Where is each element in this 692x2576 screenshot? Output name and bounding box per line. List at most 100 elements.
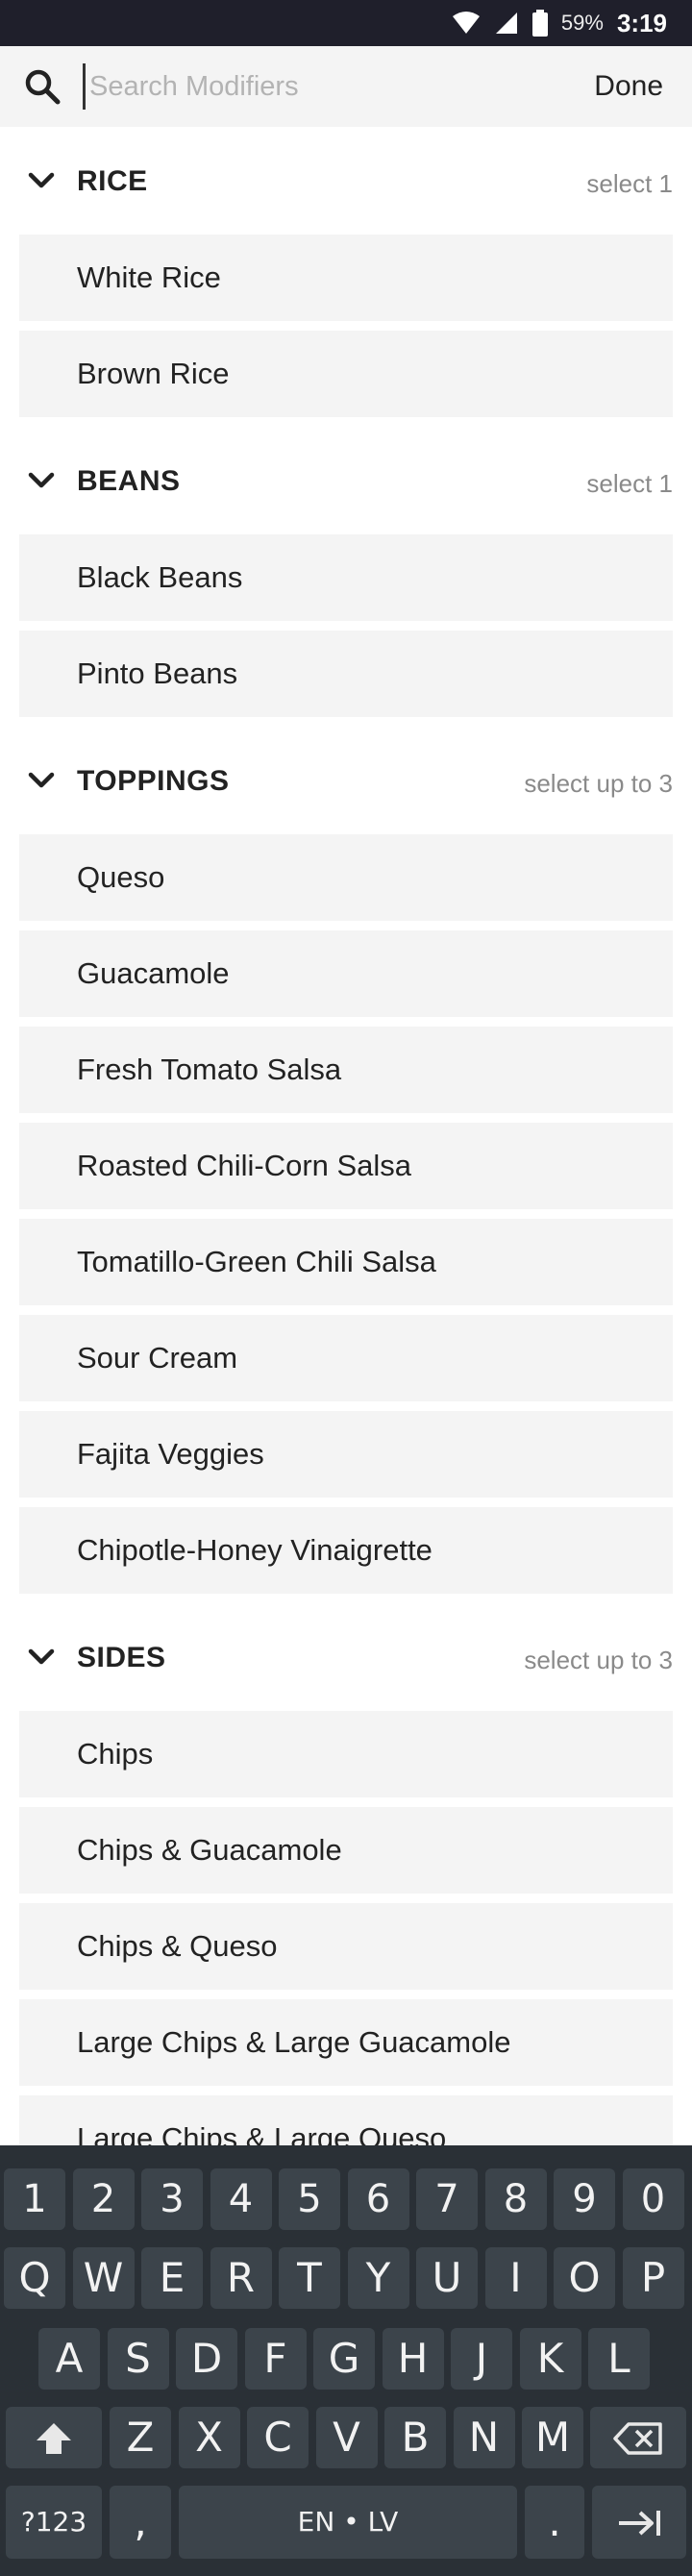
modifier-option-label: Sour Cream [77,1341,238,1375]
modifier-option[interactable]: Pinto Beans [19,631,673,717]
key-f[interactable]: F [244,2328,307,2390]
key-s[interactable]: S [107,2328,169,2390]
key-0[interactable]: 0 [622,2168,684,2230]
key-a[interactable]: A [38,2328,100,2390]
chevron-down-icon[interactable] [27,766,56,795]
enter-key[interactable] [592,2486,686,2559]
key-m[interactable]: M [522,2407,583,2468]
key-3[interactable]: 3 [141,2168,203,2230]
modifier-group-toppings: TOPPINGS select up to 3 Queso Guacamole Fres… [0,727,692,1594]
key-6[interactable]: 6 [347,2168,409,2230]
modifier-option-label: Chipotle-Honey Vinaigrette [77,1533,432,1567]
battery-percent: 59% [560,11,604,35]
modifier-option-label: White Rice [77,260,221,294]
shift-key[interactable] [6,2407,102,2468]
key-period[interactable]: . [525,2486,584,2559]
modifier-option[interactable]: Chipotle-Honey Vinaigrette [19,1507,673,1594]
key-j[interactable]: J [451,2328,512,2390]
modifier-option[interactable]: Chips & Guacamole [19,1807,673,1894]
backspace-icon [613,2421,662,2455]
key-4[interactable]: 4 [210,2168,272,2230]
space-key[interactable]: EN • LV [179,2486,517,2559]
key-h[interactable]: H [382,2328,444,2390]
modifier-option[interactable]: Fresh Tomato Salsa [19,1027,673,1113]
modifier-option[interactable]: Fajita Veggies [19,1411,673,1498]
group-header[interactable]: BEANS select 1 [0,427,692,534]
key-x[interactable]: X [178,2407,240,2468]
key-d[interactable]: D [176,2328,237,2390]
modifier-option[interactable]: Chips [19,1711,673,1797]
modifier-option-label: Fajita Veggies [77,1437,264,1471]
key-i[interactable]: I [484,2247,547,2309]
group-title: RICE [77,165,148,197]
key-g[interactable]: G [313,2328,375,2390]
modifier-option-label: Large Chips & Large Guacamole [77,2025,511,2059]
modifier-option[interactable]: Chips & Queso [19,1903,673,1990]
key-5[interactable]: 5 [279,2168,340,2230]
key-w[interactable]: W [72,2247,135,2309]
on-screen-keyboard: 1 2 3 4 5 6 7 8 9 0 Q W E R T Y U I O P A S D F G H J K L Z X C V B N M ?123… [0,2145,692,2576]
key-n[interactable]: N [453,2407,515,2468]
modifier-option-label: Brown Rice [77,357,230,390]
chevron-down-icon[interactable] [27,466,56,495]
key-c[interactable]: C [247,2407,309,2468]
search-icon [25,69,61,105]
modifier-option[interactable]: Brown Rice [19,331,673,417]
group-selection-hint: select 1 [586,469,673,498]
modifier-group-sides: SIDES select up to 3 Chips Chips & Guacamol… [0,1603,692,2182]
key-k[interactable]: K [519,2328,581,2390]
modifier-option[interactable]: Sour Cream [19,1315,673,1401]
group-title: TOPPINGS [77,765,230,797]
clock: 3:19 [616,8,667,37]
battery-icon [531,10,548,37]
modifier-option[interactable]: Queso [19,834,673,921]
group-header[interactable]: SIDES select up to 3 [0,1603,692,1711]
modifier-option[interactable]: Roasted Chili-Corn Salsa [19,1123,673,1209]
status-icons: 59% 3:19 [452,0,667,46]
done-button[interactable]: Done [594,46,663,127]
key-2[interactable]: 2 [72,2168,135,2230]
key-z[interactable]: Z [110,2407,171,2468]
symbols-key[interactable]: ?123 [6,2486,102,2559]
modifier-option-label: Roasted Chili-Corn Salsa [77,1149,412,1182]
key-e[interactable]: E [141,2247,203,2309]
modifier-option[interactable]: Large Chips & Large Guacamole [19,1999,673,2086]
group-title: SIDES [77,1642,166,1673]
modifier-option-label: Chips & Queso [77,1929,278,1963]
key-q[interactable]: Q [4,2247,65,2309]
modifier-option-label: Fresh Tomato Salsa [77,1053,342,1086]
status-bar: 59% 3:19 [0,0,692,46]
search-bar: Done [0,46,692,127]
key-comma[interactable]: , [110,2486,171,2559]
group-header[interactable]: RICE select 1 [0,127,692,235]
backspace-key[interactable] [590,2407,686,2468]
search-input[interactable] [83,63,544,110]
key-u[interactable]: U [416,2247,478,2309]
modifier-option-label: Chips & Guacamole [77,1833,342,1867]
group-header[interactable]: TOPPINGS select up to 3 [0,727,692,834]
group-selection-hint: select up to 3 [524,769,673,798]
key-t[interactable]: T [279,2247,340,2309]
key-8[interactable]: 8 [484,2168,547,2230]
tab-enter-icon [619,2510,660,2536]
modifier-option[interactable]: Tomatillo-Green Chili Salsa [19,1219,673,1305]
key-l[interactable]: L [588,2328,650,2390]
wifi-icon [452,12,480,34]
chevron-down-icon[interactable] [27,166,56,195]
key-1[interactable]: 1 [4,2168,65,2230]
key-o[interactable]: O [554,2247,615,2309]
modifier-list: RICE select 1 White Rice Brown Rice BEANS sel… [0,127,692,2192]
key-y[interactable]: Y [347,2247,409,2309]
modifier-group-beans: BEANS select 1 Black Beans Pinto Beans [0,427,692,717]
modifier-option-label: Chips [77,1737,154,1771]
key-7[interactable]: 7 [416,2168,478,2230]
chevron-down-icon[interactable] [27,1643,56,1672]
key-v[interactable]: V [315,2407,378,2468]
key-b[interactable]: B [384,2407,446,2468]
modifier-option[interactable]: Guacamole [19,930,673,1017]
modifier-option[interactable]: Black Beans [19,534,673,621]
modifier-option[interactable]: White Rice [19,235,673,321]
key-r[interactable]: R [210,2247,272,2309]
key-9[interactable]: 9 [554,2168,615,2230]
key-p[interactable]: P [622,2247,684,2309]
